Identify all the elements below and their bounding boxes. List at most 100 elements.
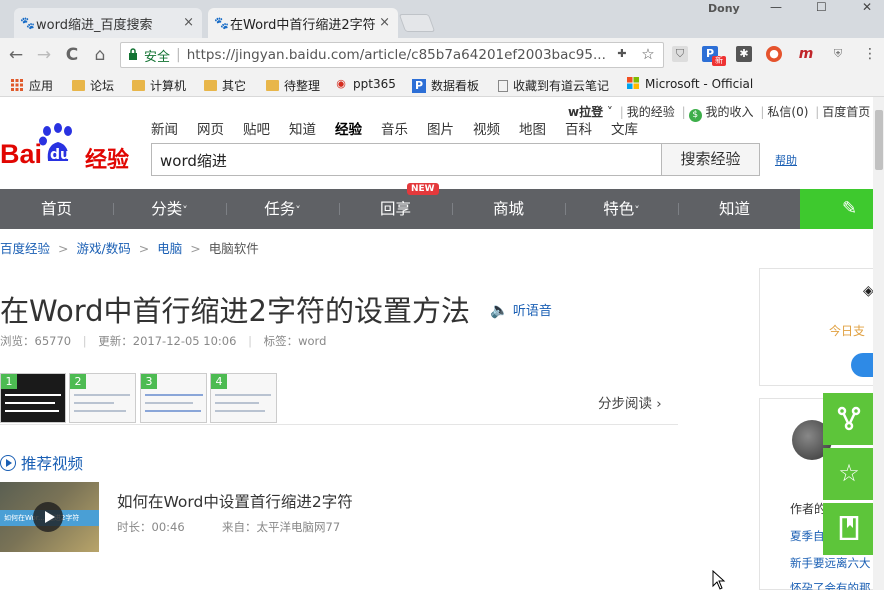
chevron-down-icon[interactable]: ˅ — [603, 105, 613, 119]
address-bar[interactable]: 安全 | https://jingyan.baidu.com/article/c… — [120, 42, 664, 68]
bookmark-dashboard[interactable]: P 数据看板 — [412, 77, 479, 94]
tab-baidu-search[interactable]: 🐾 word缩进_百度搜索 × — [14, 8, 202, 38]
nav-home[interactable]: 首页 — [0, 189, 113, 229]
video-source: 来自：太平洋电脑网77 — [222, 519, 340, 535]
channel-map[interactable]: 地图 — [519, 118, 546, 138]
tags-label: 标签： — [263, 334, 299, 348]
bookmark-label: 应用 — [29, 79, 54, 93]
lock-icon — [128, 47, 138, 63]
bookmark-microsoft[interactable]: Microsoft - Official — [626, 77, 753, 91]
channel-video[interactable]: 视频 — [473, 118, 500, 138]
bookmark-todo[interactable]: 待整理 — [266, 77, 320, 94]
back-arrow-icon[interactable]: ← — [6, 45, 26, 65]
duration-value: 00:46 — [151, 520, 185, 534]
scrollbar-thumb[interactable] — [875, 110, 883, 170]
bookmark-ppt365[interactable]: ◉ ppt365 — [334, 77, 396, 91]
bookmark-icon[interactable] — [823, 503, 875, 555]
star-icon[interactable]: ☆ — [823, 448, 875, 500]
channel-zhidao[interactable]: 知道 — [289, 118, 316, 138]
channel-music[interactable]: 音乐 — [381, 118, 408, 138]
breadcrumb-item[interactable]: 百度经验 — [0, 241, 50, 256]
shield-extension-icon[interactable]: ⛉ — [672, 46, 688, 62]
share-icon[interactable] — [823, 393, 875, 445]
sidebar-link[interactable]: 夏季自 — [790, 528, 825, 544]
close-icon[interactable]: × — [183, 15, 194, 30]
nav-zhidao[interactable]: 知道 — [678, 189, 791, 229]
window-close-icon[interactable]: ✕ — [862, 0, 872, 14]
bookmark-apps[interactable]: 应用 — [10, 77, 53, 94]
bookmark-forum[interactable]: 论坛 — [72, 77, 114, 94]
source-value: 太平洋电脑网77 — [256, 520, 341, 534]
bookmark-other[interactable]: 其它 — [204, 77, 246, 94]
apps-grid-icon — [10, 78, 24, 93]
bookmark-star-icon[interactable]: ☆ — [640, 46, 656, 62]
sidebar-link[interactable]: 新手要远离六大 — [790, 555, 871, 571]
bookmark-label: Microsoft - Official — [645, 77, 754, 91]
channel-web[interactable]: 网页 — [197, 118, 224, 138]
close-icon[interactable]: × — [379, 15, 390, 30]
logo-du: du — [50, 147, 70, 163]
nav-featured[interactable]: 特色˅ — [565, 189, 678, 229]
help-link[interactable]: 帮助 — [775, 152, 797, 168]
search-button[interactable]: 搜索经验 — [661, 143, 760, 176]
profile-name[interactable]: Dony — [708, 2, 740, 15]
user-name-link[interactable]: w拉登 — [568, 105, 603, 119]
new-badge: 新 — [712, 56, 726, 66]
channel-wenku[interactable]: 文库 — [611, 118, 638, 138]
video-thumbnail[interactable]: 如何在Wor... 缩进2字符 — [0, 482, 99, 552]
article-meta: 浏览：65770 | 更新：2017-12-05 10:06 | 标签：word — [0, 334, 327, 348]
step-thumbnail[interactable]: 3 — [140, 373, 207, 423]
channel-jingyan[interactable]: 经验 — [335, 118, 362, 138]
my-exp-link[interactable]: 我的经验 — [627, 105, 675, 119]
nav-share[interactable]: 回享 — [339, 189, 452, 229]
new-tab-button[interactable] — [398, 14, 436, 32]
edit-icon[interactable]: ✎ — [800, 189, 884, 229]
breadcrumb-arrow-icon: > — [138, 241, 150, 256]
spider-extension-icon[interactable]: ✱ — [736, 46, 752, 62]
browser-toolbar: ← → C ⌂ 安全 | https://jingyan.baidu.com/a… — [0, 38, 884, 72]
my-income-link[interactable]: 我的收入 — [706, 105, 754, 119]
bookmark-youdao[interactable]: 收藏到有道云笔记 — [498, 77, 609, 94]
breadcrumb-item[interactable]: 游戏/数码 — [77, 241, 131, 256]
reload-icon[interactable]: C — [62, 45, 82, 65]
step-thumbnail[interactable]: 4 — [210, 373, 277, 423]
messages-link[interactable]: 私信(0) — [767, 105, 808, 119]
today-support-label: 今日支 — [829, 324, 866, 338]
listen-button[interactable]: 🔈 听语音 — [490, 300, 552, 319]
bookmark-computer[interactable]: 计算机 — [132, 77, 186, 94]
page-icon — [498, 79, 508, 92]
nav-category[interactable]: 分类˅ — [113, 189, 226, 229]
breadcrumb-item[interactable]: 电脑 — [157, 241, 182, 256]
home-icon[interactable]: ⌂ — [90, 45, 110, 65]
step-thumbnail[interactable]: 1 — [0, 373, 66, 423]
menu-kebab-icon[interactable]: ⋮ — [862, 46, 878, 62]
channel-image[interactable]: 图片 — [427, 118, 454, 138]
shield-outline-icon[interactable]: ⛨ — [830, 46, 846, 62]
mouse-cursor-icon — [712, 570, 726, 590]
nav-tasks[interactable]: 任务˅ — [226, 189, 339, 229]
nav-mall[interactable]: 商城 — [452, 189, 565, 229]
channel-tieba[interactable]: 贴吧 — [243, 118, 270, 138]
puzzle-extension-icon[interactable]: ✚ — [614, 46, 630, 62]
baidu-jingyan-logo[interactable]: Bai du 经验 — [0, 123, 140, 173]
tag-link[interactable]: word — [298, 334, 326, 348]
tab-jingyan-article[interactable]: 🐾 在Word中首行缩进2字符 × — [208, 8, 398, 38]
step-read-link[interactable]: 分步阅读 › — [598, 392, 662, 412]
channel-baike[interactable]: 百科 — [565, 118, 592, 138]
maximize-icon[interactable]: ☐ — [816, 0, 827, 14]
minimize-icon[interactable]: — — [770, 0, 782, 14]
baidu-home-link[interactable]: 百度首页 — [822, 105, 870, 119]
nav-label: 特色 — [603, 200, 635, 218]
step-thumbnail[interactable]: 2 — [69, 373, 136, 423]
tab-strip: 🐾 word缩进_百度搜索 × 🐾 在Word中首行缩进2字符 × Dony —… — [0, 0, 884, 38]
url-text[interactable]: https://jingyan.baidu.com/article/c85b7a… — [187, 47, 607, 63]
forward-arrow-icon[interactable]: → — [34, 45, 54, 65]
search-input[interactable]: word缩进 — [151, 143, 663, 176]
m-extension-icon[interactable]: m — [798, 46, 814, 62]
video-title-link[interactable]: 如何在Word中设置首行缩进2字符 — [117, 490, 353, 512]
play-icon[interactable] — [33, 502, 63, 532]
scrollbar[interactable] — [873, 97, 884, 590]
channel-news[interactable]: 新闻 — [151, 118, 178, 138]
red-extension-icon[interactable]: ● — [766, 46, 782, 62]
sidebar-link[interactable]: 怀孕了会有的那 — [790, 580, 871, 590]
